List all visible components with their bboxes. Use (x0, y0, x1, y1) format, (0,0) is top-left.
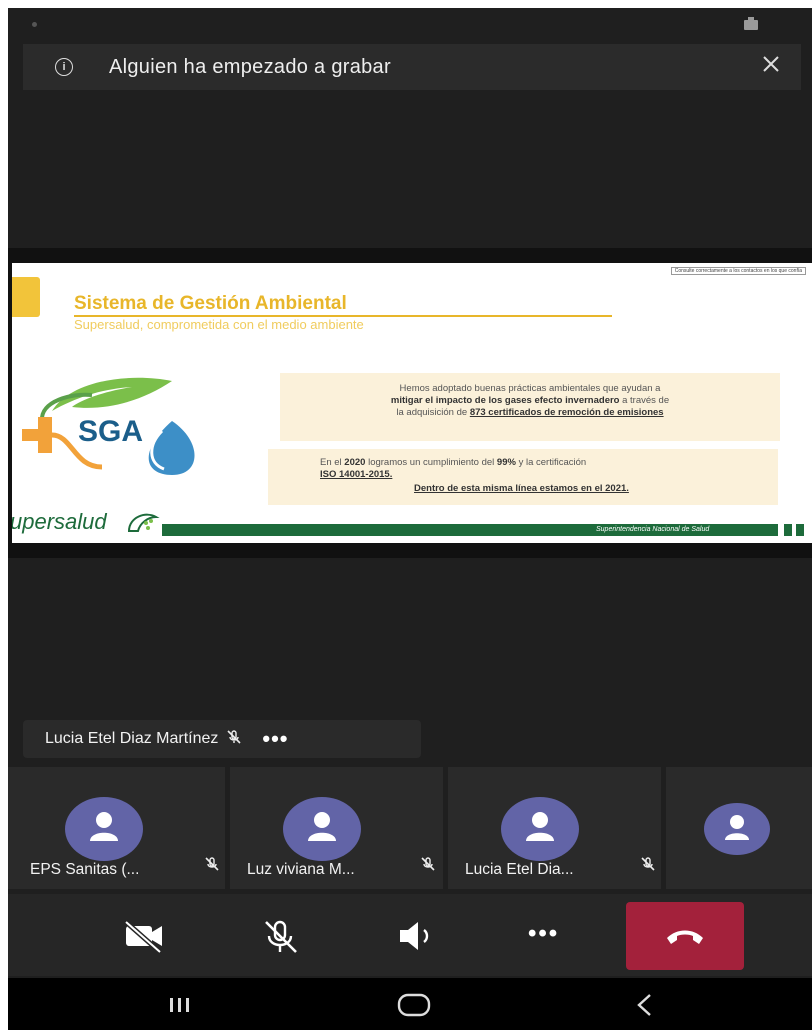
close-icon[interactable] (761, 54, 781, 79)
avatar (283, 797, 361, 861)
avatar (704, 803, 770, 855)
battery-icon (744, 17, 758, 30)
status-dot (32, 22, 37, 27)
status-bar (8, 8, 812, 44)
sga-logo: SGA (12, 371, 212, 481)
box2-iso: ISO 14001-2015. (320, 469, 393, 480)
supersalud-brand: upersalud (12, 509, 107, 534)
box1-line1: Hemos adoptado buenas prácticas ambienta… (399, 383, 661, 394)
participant-name: Lucia Etel Dia... (465, 861, 574, 878)
footer-square (796, 524, 804, 536)
box2-c: logramos un cumplimiento del (365, 457, 497, 468)
info-box-iso: En el 2020 logramos un cumplimiento del … (268, 449, 778, 505)
recording-banner-text: Alguien ha empezado a grabar (109, 55, 391, 78)
slide-logo (12, 277, 40, 317)
box2-percent: 99% (496, 457, 516, 468)
person-icon (526, 812, 554, 841)
info-icon: i (55, 58, 73, 76)
speaker-name: Lucia Etel Diaz Martínez (45, 730, 219, 747)
back-icon[interactable] (634, 992, 654, 1023)
box2-e: y la certificación (515, 457, 587, 468)
box2-line1: En el 2020 logramos un cumplimiento del … (268, 457, 778, 469)
box1-line3: la adquisición de 873 certificados de re… (280, 407, 780, 419)
slide-top-note: Consulte correctamente a los contactos e… (670, 267, 806, 275)
box1-line2: mitigar el impacto de los gases efecto i… (280, 395, 780, 407)
mic-off-icon[interactable] (258, 918, 302, 961)
box2-line3: Dentro de esta misma línea estamos en el… (268, 483, 778, 495)
info-box-emissions: Hemos adoptado buenas prácticas ambienta… (280, 373, 780, 441)
speaker-more-button[interactable]: ••• (262, 728, 288, 750)
brand-mark-icon (127, 513, 160, 532)
recent-apps-icon[interactable] (168, 996, 192, 1019)
avatar (65, 797, 143, 861)
person-icon (90, 812, 118, 841)
participant-tile[interactable]: Lucia Etel Dia... (448, 767, 661, 889)
participant-tile[interactable]: EPS Sanitas (... (8, 767, 225, 889)
mic-off-icon (204, 856, 220, 877)
person-icon (308, 812, 336, 841)
box1-rest: a través de (619, 395, 670, 406)
participant-tile[interactable]: Luz viviana M... (230, 767, 443, 889)
active-speaker-bar: Lucia Etel Diaz Martínez ••• (23, 720, 421, 758)
box2-line2: ISO 14001-2015. (268, 469, 778, 481)
home-icon[interactable] (396, 992, 432, 1023)
shared-screen: Consulte correctamente a los contactos e… (8, 248, 812, 558)
box1-certificates: 873 certificados de remoción de emisione… (469, 407, 664, 418)
camera-off-icon[interactable] (120, 918, 170, 959)
participant-name: EPS Sanitas (... (30, 861, 140, 878)
footer-square (784, 524, 792, 536)
participant-tile[interactable] (666, 767, 812, 889)
person-icon (725, 815, 749, 840)
mic-off-icon (420, 856, 436, 877)
mic-off-icon (640, 856, 656, 877)
participant-name: Luz viviana M... (247, 861, 355, 878)
mic-off-icon (226, 729, 242, 750)
box2-2021: Dentro de esta misma línea estamos en el… (414, 483, 629, 494)
presentation-slide: Consulte correctamente a los contactos e… (12, 263, 812, 543)
slide-title: Sistema de Gestión Ambiental (74, 293, 347, 314)
sga-text: SGA (78, 415, 143, 448)
recording-banner: i Alguien ha empezado a grabar (23, 44, 801, 90)
more-icon[interactable]: ••• (528, 922, 559, 946)
speaker-icon[interactable] (394, 918, 438, 959)
slide-subtitle: Supersalud, comprometida con el medio am… (74, 317, 364, 332)
hangup-icon (667, 930, 703, 944)
phone-screen: i Alguien ha empezado a grabar Consulte … (8, 8, 812, 1030)
box2-year: 2020 (344, 457, 366, 468)
box1-line3-start: la adquisición de (396, 407, 470, 418)
avatar (501, 797, 579, 861)
slide-footer-text: Superintendencia Nacional de Salud (596, 526, 710, 533)
call-controls: ••• (8, 894, 812, 976)
box1-bold: mitigar el impacto de los gases efecto i… (390, 395, 620, 406)
box2-a: En el (320, 457, 345, 468)
android-nav-bar (8, 978, 812, 1030)
hangup-button[interactable] (626, 902, 744, 970)
